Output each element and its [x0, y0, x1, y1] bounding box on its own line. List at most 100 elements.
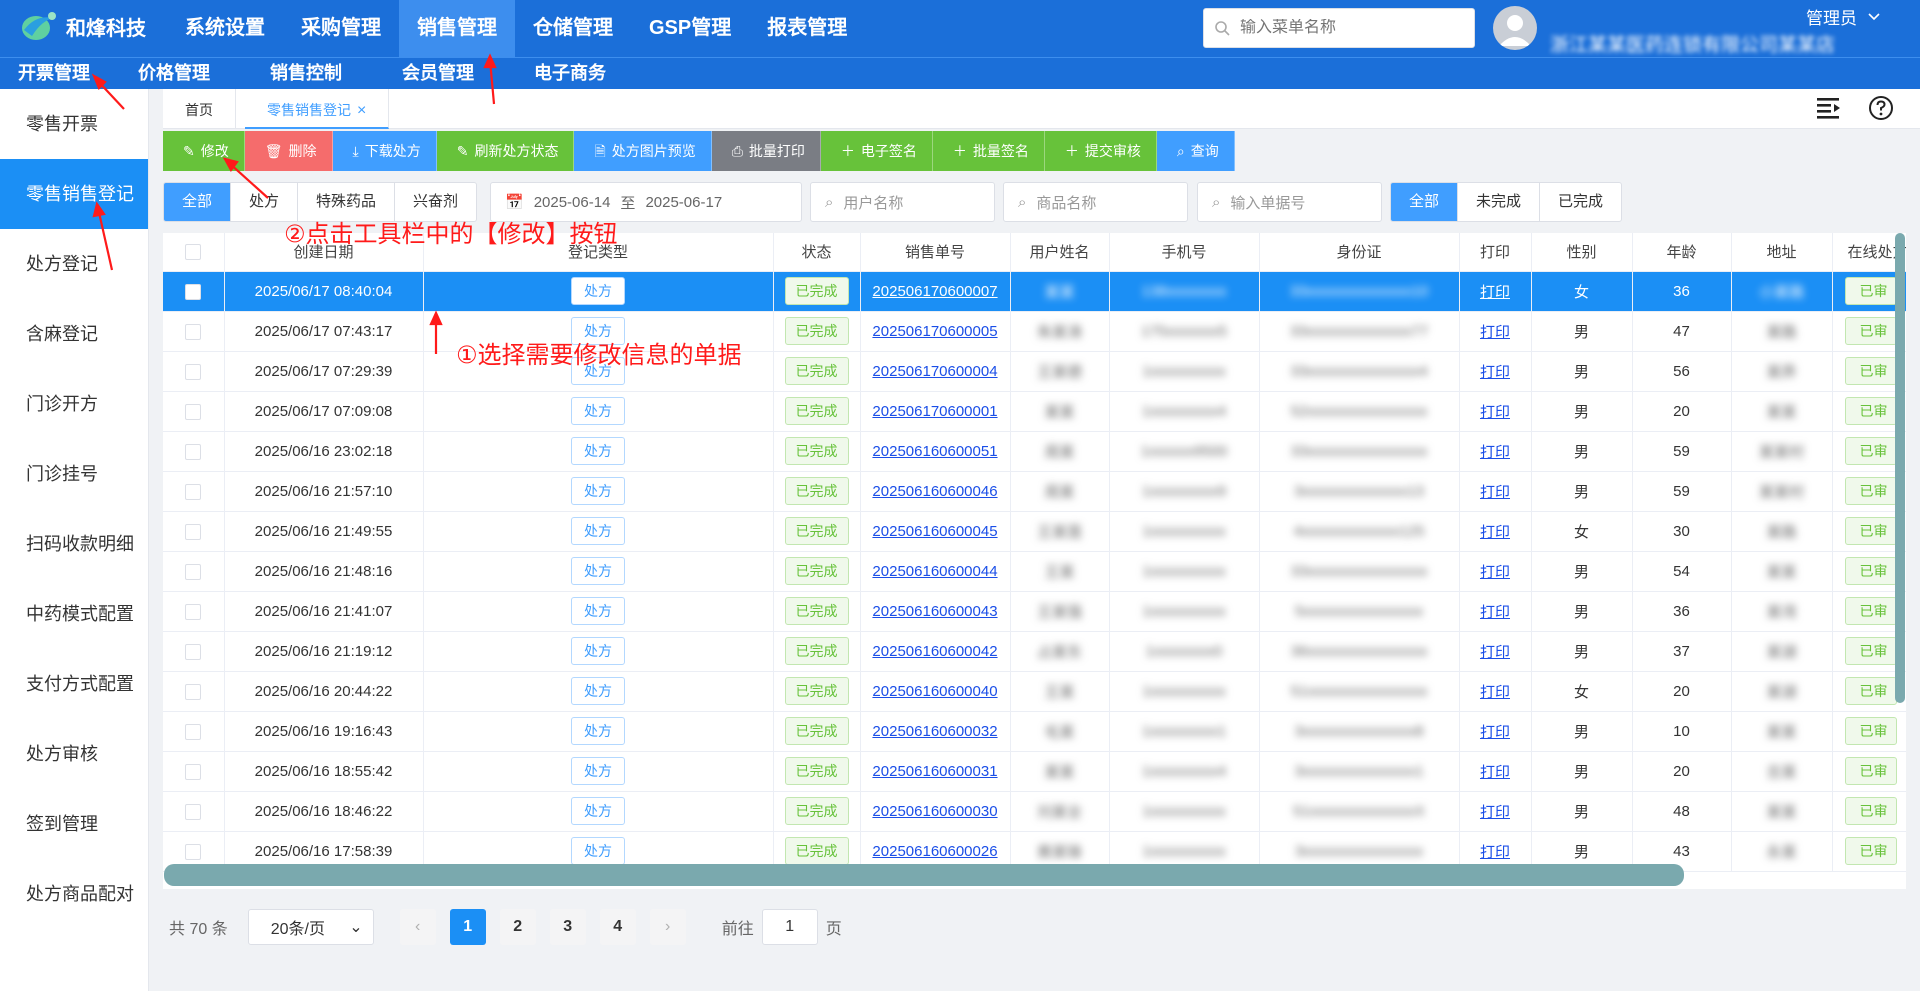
page-3[interactable]: 3: [549, 909, 586, 945]
print-link[interactable]: 打印: [1480, 444, 1510, 461]
subnav-invoice[interactable]: 开票管理: [12, 58, 96, 89]
sales-no-link[interactable]: 202506160600043: [872, 603, 997, 620]
help-icon[interactable]: [1868, 95, 1894, 121]
table-row[interactable]: 2025/06/17 07:43:17 处方 已完成 202506170600005 朱…: [163, 311, 1906, 352]
print-link[interactable]: 打印: [1480, 804, 1510, 821]
prev-page-button[interactable]: ‹: [399, 909, 436, 945]
sales-no-link[interactable]: 202506170600001: [872, 403, 997, 420]
row-select-cell[interactable]: [163, 791, 225, 832]
horizontal-scrollbar[interactable]: [164, 864, 1684, 886]
filter-type-all[interactable]: 全部: [164, 183, 232, 221]
table-row[interactable]: 2025/06/17 07:09:08 处方 已完成 202506170600001 某…: [163, 391, 1906, 432]
menu-collapse-icon[interactable]: [1816, 96, 1842, 120]
subnav-price[interactable]: 价格管理: [132, 58, 216, 89]
rx-image-preview-button[interactable]: 🗎 处方图片预览: [574, 131, 712, 171]
sidebar-item-tcm-config[interactable]: 中药模式配置: [0, 579, 148, 649]
sidebar-item-rx-review[interactable]: 处方审核: [0, 719, 148, 789]
download-rx-button[interactable]: ⤓ 下载处方: [332, 131, 437, 171]
subnav-sales-control[interactable]: 销售控制: [264, 58, 348, 89]
header-select-all[interactable]: [163, 233, 225, 272]
table-row[interactable]: 2025/06/16 23:02:18 处方 已完成 202506160600051 周…: [163, 431, 1906, 472]
sidebar-item-clinic-register[interactable]: 门诊挂号: [0, 439, 148, 509]
row-select-cell[interactable]: [163, 511, 225, 552]
sales-no-link[interactable]: 202506160600042: [872, 643, 997, 660]
edit-button[interactable]: ✎ 修改: [163, 131, 245, 171]
topnav-reports[interactable]: 报表管理: [749, 0, 865, 57]
page-size-select[interactable]: 20条/页 ⌄: [247, 909, 374, 945]
sales-no-link[interactable]: 202506160600032: [872, 723, 997, 740]
page-1[interactable]: 1: [449, 909, 486, 945]
avatar[interactable]: [1493, 6, 1537, 50]
print-link[interactable]: 打印: [1480, 644, 1510, 661]
print-link[interactable]: 打印: [1480, 844, 1510, 861]
print-link[interactable]: 打印: [1480, 404, 1510, 421]
sales-no-link[interactable]: 202506160600045: [872, 523, 997, 540]
menu-search-input[interactable]: [1240, 19, 1460, 37]
row-select-cell[interactable]: [163, 271, 225, 312]
row-select-cell[interactable]: [163, 351, 225, 392]
row-select-cell[interactable]: [163, 471, 225, 512]
row-checkbox[interactable]: [185, 603, 202, 620]
close-icon[interactable]: ×: [357, 102, 366, 119]
row-checkbox[interactable]: [185, 563, 202, 580]
table-row[interactable]: 2025/06/16 21:41:07 处方 已完成 202506160600043 王…: [163, 591, 1906, 632]
sales-no-link[interactable]: 202506170600005: [872, 323, 997, 340]
print-link[interactable]: 打印: [1480, 684, 1510, 701]
row-checkbox[interactable]: [185, 723, 202, 740]
print-link[interactable]: 打印: [1480, 364, 1510, 381]
e-signature-button[interactable]: ＋ 电子签名: [820, 131, 933, 171]
bill-number-field[interactable]: ⌕ 输入单据号: [1197, 182, 1382, 222]
product-name-field[interactable]: ⌕ 商品名称: [1003, 182, 1188, 222]
page-2[interactable]: 2: [499, 909, 536, 945]
batch-print-button[interactable]: ⎙ 批量打印: [711, 131, 821, 171]
page-4[interactable]: 4: [599, 909, 636, 945]
sidebar-item-scan-payment[interactable]: 扫码收款明细: [0, 509, 148, 579]
goto-page-input[interactable]: 1: [761, 909, 818, 945]
tab-retail-sales-register[interactable]: 零售销售登记 ×: [245, 89, 390, 129]
row-checkbox[interactable]: [185, 683, 202, 700]
sales-no-link[interactable]: 202506160600044: [872, 563, 997, 580]
print-link[interactable]: 打印: [1480, 724, 1510, 741]
filter-status-all[interactable]: 全部: [1391, 183, 1459, 221]
row-select-cell[interactable]: [163, 711, 225, 752]
row-select-cell[interactable]: [163, 391, 225, 432]
tab-home[interactable]: 首页: [163, 89, 236, 129]
batch-signature-button[interactable]: ＋ 批量签名: [932, 131, 1045, 171]
user-name-field[interactable]: ⌕ 用户名称: [810, 182, 995, 222]
row-checkbox[interactable]: [185, 763, 202, 780]
submit-review-button[interactable]: ＋ 提交审核: [1044, 131, 1157, 171]
row-select-cell[interactable]: [163, 551, 225, 592]
row-select-cell[interactable]: [163, 311, 225, 352]
sales-no-link[interactable]: 202506160600040: [872, 683, 997, 700]
row-checkbox[interactable]: [185, 403, 202, 420]
delete-button[interactable]: 🗑 删除: [244, 131, 333, 171]
print-link[interactable]: 打印: [1480, 564, 1510, 581]
user-menu[interactable]: 管理员: [1806, 4, 1881, 29]
subnav-member[interactable]: 会员管理: [396, 58, 480, 89]
topnav-system[interactable]: 系统设置: [167, 0, 283, 57]
print-link[interactable]: 打印: [1480, 604, 1510, 621]
next-page-button[interactable]: ›: [649, 909, 686, 945]
table-row[interactable]: 2025/06/17 08:40:04 处方 已完成 202506170600007 某…: [163, 271, 1906, 312]
sales-no-link[interactable]: 202506170600007: [872, 283, 997, 300]
menu-search-box[interactable]: [1203, 8, 1475, 48]
sidebar-item-signin[interactable]: 签到管理: [0, 789, 148, 859]
filter-status-incomplete[interactable]: 未完成: [1458, 183, 1541, 221]
sidebar-item-clinic-rx[interactable]: 门诊开方: [0, 369, 148, 439]
table-row[interactable]: 2025/06/17 07:29:39 处方 已完成 202506170600004 王…: [163, 351, 1906, 392]
sidebar-item-payment-config[interactable]: 支付方式配置: [0, 649, 148, 719]
row-checkbox[interactable]: [185, 843, 202, 860]
row-select-cell[interactable]: [163, 591, 225, 632]
row-checkbox[interactable]: [185, 523, 202, 540]
row-checkbox[interactable]: [185, 323, 202, 340]
query-button[interactable]: ⌕ 查询: [1156, 131, 1235, 171]
vertical-scrollbar[interactable]: [1895, 233, 1905, 703]
row-checkbox[interactable]: [185, 283, 202, 300]
sales-no-link[interactable]: 202506170600004: [872, 363, 997, 380]
sidebar-item-retail-invoice[interactable]: 零售开票: [0, 89, 148, 159]
print-link[interactable]: 打印: [1480, 484, 1510, 501]
refresh-rx-status-button[interactable]: ✎ 刷新处方状态: [436, 131, 575, 171]
table-row[interactable]: 2025/06/16 18:55:42 处方 已完成 202506160600031 某…: [163, 751, 1906, 792]
table-row[interactable]: 2025/06/16 21:19:12 处方 已完成 202506160600042 占…: [163, 631, 1906, 672]
print-link[interactable]: 打印: [1480, 524, 1510, 541]
